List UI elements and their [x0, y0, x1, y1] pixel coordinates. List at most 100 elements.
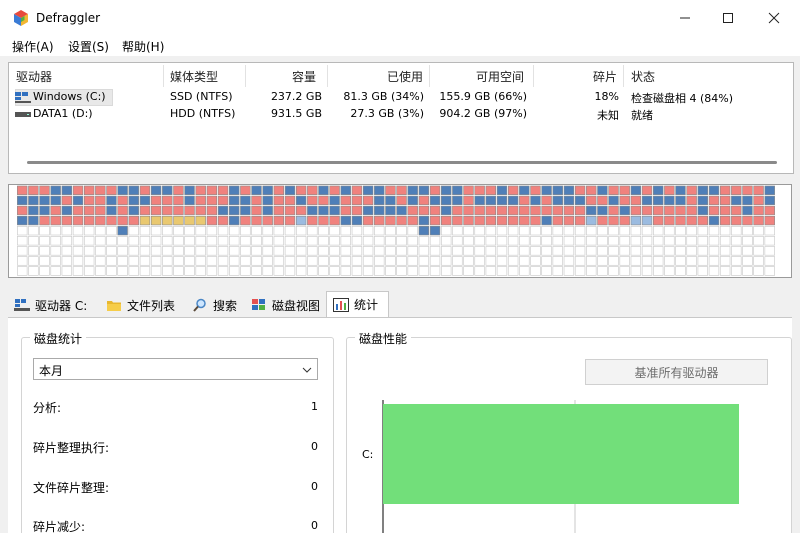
cluster-map[interactable] [8, 184, 792, 278]
cluster-block[interactable] [496, 185, 508, 195]
cluster-block[interactable] [184, 185, 195, 195]
cluster-block[interactable] [418, 226, 430, 236]
cluster-block[interactable] [496, 215, 508, 226]
close-button[interactable] [751, 0, 797, 36]
cluster-block[interactable] [374, 266, 385, 276]
cluster-block[interactable] [284, 185, 296, 195]
cluster-block[interactable] [128, 195, 139, 206]
cluster-block[interactable] [150, 185, 162, 195]
cluster-block[interactable] [385, 246, 396, 256]
cluster-block[interactable] [552, 205, 563, 216]
cluster-block[interactable] [597, 205, 608, 216]
cluster-block[interactable] [240, 205, 251, 216]
cluster-block[interactable] [318, 266, 329, 276]
cluster-block[interactable] [362, 236, 374, 246]
cluster-block[interactable] [697, 246, 709, 256]
cluster-block[interactable] [273, 185, 285, 195]
cluster-block[interactable] [530, 195, 541, 206]
cluster-block[interactable] [195, 185, 206, 195]
cluster-block[interactable] [351, 185, 363, 195]
cluster-block[interactable] [552, 195, 563, 206]
cluster-block[interactable] [385, 236, 396, 246]
cluster-block[interactable] [351, 205, 363, 216]
cluster-block[interactable] [764, 226, 775, 236]
cluster-block[interactable] [753, 246, 764, 256]
cluster-block[interactable] [429, 205, 441, 216]
cluster-block[interactable] [541, 205, 552, 216]
cluster-block[interactable] [374, 205, 385, 216]
cluster-block[interactable] [229, 205, 240, 216]
cluster-block[interactable] [150, 226, 162, 236]
cluster-block[interactable] [563, 195, 575, 206]
cluster-block[interactable] [351, 236, 363, 246]
cluster-block[interactable] [362, 266, 374, 276]
cluster-block[interactable] [630, 215, 642, 226]
cluster-block[interactable] [307, 236, 318, 246]
cluster-block[interactable] [240, 185, 251, 195]
cluster-block[interactable] [17, 266, 28, 276]
cluster-block[interactable] [719, 226, 731, 236]
cluster-block[interactable] [641, 205, 653, 216]
cluster-block[interactable] [485, 236, 497, 246]
cluster-block[interactable] [150, 195, 162, 206]
cluster-block[interactable] [307, 205, 318, 216]
maximize-button[interactable] [705, 0, 751, 36]
cluster-block[interactable] [686, 226, 697, 236]
cluster-block[interactable] [708, 185, 720, 195]
cluster-block[interactable] [295, 236, 307, 246]
cluster-block[interactable] [206, 266, 218, 276]
cluster-block[interactable] [686, 246, 697, 256]
cluster-block[interactable] [731, 205, 742, 216]
cluster-block[interactable] [463, 246, 474, 256]
cluster-block[interactable] [17, 256, 28, 266]
cluster-block[interactable] [273, 236, 285, 246]
cluster-block[interactable] [184, 195, 195, 206]
cluster-block[interactable] [463, 266, 474, 276]
cluster-block[interactable] [396, 205, 407, 216]
cluster-block[interactable] [719, 236, 731, 246]
cluster-block[interactable] [240, 246, 251, 256]
cluster-block[interactable] [117, 266, 128, 276]
cluster-block[interactable] [630, 256, 642, 266]
cluster-block[interactable] [251, 215, 262, 226]
cluster-block[interactable] [474, 215, 485, 226]
cluster-block[interactable] [686, 195, 697, 206]
cluster-block[interactable] [463, 256, 474, 266]
cluster-block[interactable] [619, 256, 630, 266]
cluster-block[interactable] [117, 256, 128, 266]
cluster-block[interactable] [50, 205, 61, 216]
cluster-block[interactable] [664, 185, 675, 195]
cluster-block[interactable] [630, 266, 642, 276]
cluster-block[interactable] [574, 185, 586, 195]
tab-statistics[interactable]: 统计 [326, 291, 389, 317]
cluster-block[interactable] [61, 236, 73, 246]
cluster-block[interactable] [106, 195, 117, 206]
cluster-block[interactable] [173, 185, 184, 195]
cluster-block[interactable] [162, 246, 173, 256]
cluster-block[interactable] [574, 195, 586, 206]
cluster-block[interactable] [329, 215, 340, 226]
cluster-block[interactable] [139, 266, 151, 276]
cluster-block[interactable] [675, 246, 686, 256]
cluster-block[interactable] [474, 236, 485, 246]
cluster-block[interactable] [530, 236, 541, 246]
cluster-block[interactable] [753, 205, 764, 216]
cluster-block[interactable] [753, 266, 764, 276]
cluster-block[interactable] [95, 226, 106, 236]
cluster-block[interactable] [95, 215, 106, 226]
cluster-block[interactable] [552, 256, 563, 266]
cluster-block[interactable] [39, 205, 50, 216]
cluster-block[interactable] [162, 205, 173, 216]
horizontal-scrollbar[interactable] [27, 161, 777, 164]
cluster-block[interactable] [83, 195, 95, 206]
cluster-block[interactable] [273, 195, 285, 206]
cluster-block[interactable] [474, 266, 485, 276]
cluster-block[interactable] [50, 226, 61, 236]
cluster-block[interactable] [307, 266, 318, 276]
cluster-block[interactable] [652, 215, 664, 226]
cluster-block[interactable] [262, 236, 273, 246]
cluster-block[interactable] [106, 256, 117, 266]
cluster-block[interactable] [251, 246, 262, 256]
cluster-block[interactable] [362, 195, 374, 206]
cluster-block[interactable] [95, 266, 106, 276]
